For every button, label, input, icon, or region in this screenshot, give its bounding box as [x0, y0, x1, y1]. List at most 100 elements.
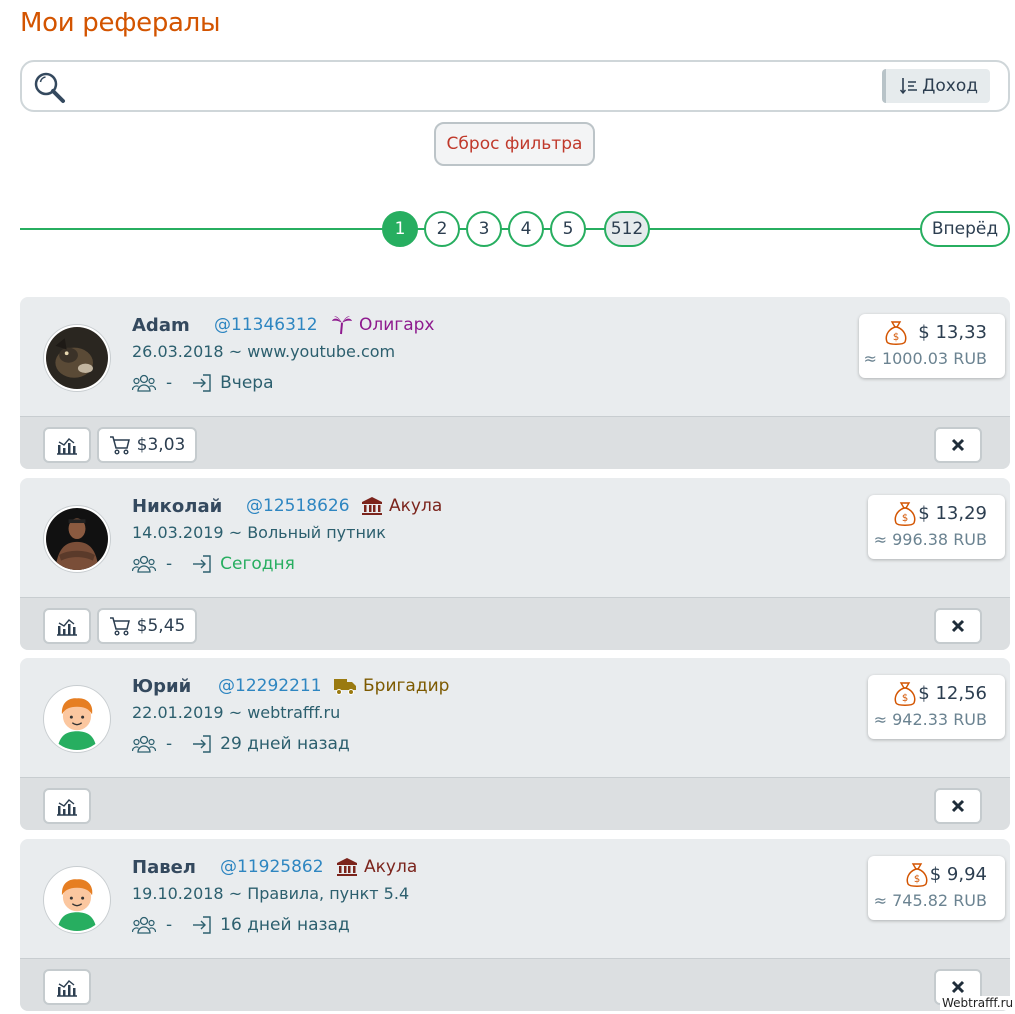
svg-text:$: $: [914, 874, 920, 885]
svg-text:$: $: [893, 332, 899, 343]
referral-card: Юрий @12292211 Бригадир 22.01.2019 ~ web…: [20, 658, 1010, 830]
sort-income-button[interactable]: Доход: [882, 69, 990, 103]
status-label: Бригадир: [363, 676, 450, 696]
truck-icon: [334, 679, 356, 695]
referral-name[interactable]: Павел: [132, 857, 196, 878]
last-login: Вчера: [220, 373, 274, 393]
chart-icon: [57, 438, 77, 455]
cartoon-boy-avatar: [46, 688, 108, 750]
referral-id[interactable]: @12292211: [218, 676, 322, 696]
activity-row: - Вчера: [132, 373, 274, 393]
page-5-button[interactable]: 5: [550, 211, 586, 247]
referral-status: Акула: [361, 496, 442, 516]
avatar[interactable]: [44, 325, 110, 391]
referral-name[interactable]: Николай: [132, 496, 222, 517]
referral-card: Николай @12518626 Акула 14.03.2019 ~ Вол…: [20, 478, 1010, 650]
status-label: Олигарх: [359, 315, 435, 335]
earnings-rub: ≈ 745.82 RUB: [873, 891, 987, 910]
activity-row: - Сегодня: [132, 554, 295, 574]
money-bag-icon: $: [894, 502, 916, 526]
page-4-button[interactable]: 4: [508, 211, 544, 247]
referral-card: Павел @11925862 Акула 19.10.2018 ~ Прави…: [20, 839, 1010, 1011]
earnings-usd: $ 13,29: [918, 503, 987, 524]
referral-name[interactable]: Юрий: [132, 676, 191, 697]
referral-id[interactable]: @11346312: [214, 315, 318, 335]
page-last-button[interactable]: 512: [604, 211, 650, 247]
people-icon: [132, 374, 156, 392]
sort-descending-icon: [900, 78, 918, 95]
referral-status: Бригадир: [333, 676, 449, 696]
remove-referral-button[interactable]: [934, 788, 982, 824]
earnings-usd: $ 12,56: [918, 683, 987, 704]
remove-referral-button[interactable]: [934, 427, 982, 463]
close-icon: [951, 799, 965, 813]
bank-icon: [362, 497, 382, 515]
avatar[interactable]: [44, 686, 110, 752]
avatar[interactable]: [44, 506, 110, 572]
earnings-rub: ≈ 996.38 RUB: [873, 530, 987, 549]
money-bag-icon: $: [906, 863, 928, 887]
page-3-button[interactable]: 3: [466, 211, 502, 247]
pagination: 1 2 3 4 5 512 Вперёд: [20, 211, 1010, 247]
search-input[interactable]: [78, 70, 878, 102]
earnings-box: $ $ 9,94 ≈ 745.82 RUB: [868, 856, 1005, 920]
stats-button[interactable]: [43, 427, 91, 463]
status-label: Акула: [364, 857, 418, 877]
last-login: Сегодня: [220, 554, 295, 574]
chart-icon: [57, 799, 77, 816]
sign-in-icon: [193, 916, 211, 934]
bank-icon: [337, 858, 357, 876]
earnings-usd: $ 13,33: [918, 322, 987, 343]
referral-status: Акула: [336, 857, 417, 877]
activity-row: - 16 дней назад: [132, 915, 350, 935]
card-actions: $3,03: [20, 416, 1010, 469]
card-actions: $5,45: [20, 597, 1010, 650]
cart-icon: [109, 617, 130, 636]
activity-row: - 29 дней назад: [132, 734, 350, 754]
money-bag-icon: $: [885, 321, 907, 345]
svg-text:$: $: [902, 693, 908, 704]
purchases-amount: $3,03: [136, 435, 186, 455]
status-label: Акула: [389, 496, 443, 516]
sign-in-icon: [193, 735, 211, 753]
referral-id[interactable]: @12518626: [246, 496, 350, 516]
card-actions: [20, 958, 1010, 1011]
search-bar: Доход: [20, 60, 1010, 112]
remove-referral-button[interactable]: [934, 608, 982, 644]
earnings-rub: ≈ 1000.03 RUB: [863, 349, 987, 368]
purchases-button[interactable]: $5,45: [97, 608, 197, 644]
stats-button[interactable]: [43, 969, 91, 1005]
last-login: 29 дней назад: [220, 734, 350, 754]
referral-name[interactable]: Adam: [132, 315, 190, 336]
referrals-count: -: [166, 915, 173, 935]
stats-button[interactable]: [43, 608, 91, 644]
referral-card: Adam @11346312 Олигарх 26.03.2018 ~ www.…: [20, 297, 1010, 469]
avatar[interactable]: [44, 867, 110, 933]
page-1-button[interactable]: 1: [382, 211, 418, 247]
card-actions: [20, 777, 1010, 830]
cart-icon: [109, 436, 130, 455]
stats-button[interactable]: [43, 788, 91, 824]
referral-id[interactable]: @11925862: [220, 857, 324, 877]
registration-date-source: 14.03.2019 ~ Вольный путник: [132, 523, 386, 542]
earnings-box: $ $ 12,56 ≈ 942.33 RUB: [868, 675, 1005, 739]
page-title: Мои рефералы: [20, 8, 221, 38]
page-2-button[interactable]: 2: [424, 211, 460, 247]
reset-filter-button[interactable]: Сброс фильтра: [434, 122, 595, 166]
chart-icon: [57, 619, 77, 636]
sort-label: Доход: [922, 76, 978, 96]
sign-in-icon: [193, 555, 211, 573]
cartoon-boy-avatar: [46, 869, 108, 931]
registration-date-source: 19.10.2018 ~ Правила, пункт 5.4: [132, 884, 410, 903]
earnings-box: $ $ 13,29 ≈ 996.38 RUB: [868, 495, 1005, 559]
svg-text:$: $: [902, 513, 908, 524]
purchases-amount: $5,45: [136, 616, 186, 636]
purchases-button[interactable]: $3,03: [97, 427, 197, 463]
chart-icon: [57, 980, 77, 997]
people-icon: [132, 555, 156, 573]
dog-photo-avatar: [46, 327, 108, 389]
registration-date-source: 22.01.2019 ~ webtrafff.ru: [132, 703, 341, 722]
close-icon: [951, 619, 965, 633]
earnings-usd: $ 9,94: [929, 864, 987, 885]
next-page-button[interactable]: Вперёд: [920, 211, 1010, 247]
